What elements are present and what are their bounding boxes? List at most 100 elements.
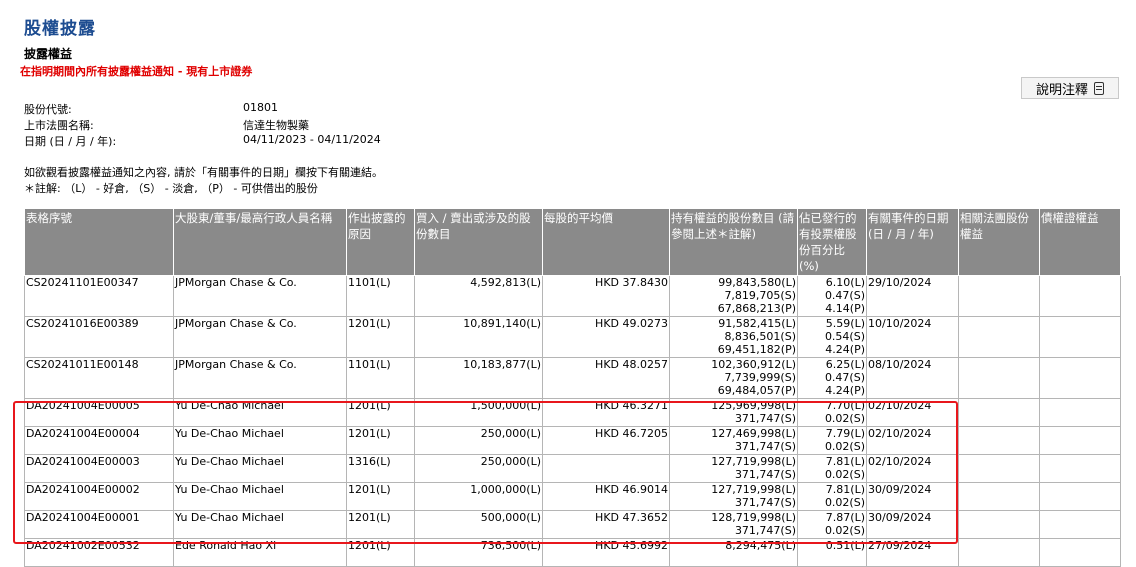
assoc-interest-cell — [958, 426, 1040, 455]
shares-cell: 250,000(L) — [414, 454, 543, 483]
shares-held-line: 69,484,057(P) — [717, 384, 796, 397]
shares-held-line: 127,719,998(L) — [711, 455, 796, 469]
shares-held-line: 371,747(S) — [734, 524, 796, 537]
avg-price-cell: HKD 37.8430 — [542, 275, 670, 317]
event-date-cell[interactable]: 29/10/2024 — [866, 275, 959, 317]
holder-name-cell: Yu De-Chao Michael — [173, 398, 347, 427]
debenture-interest-cell — [1039, 275, 1121, 317]
table-row: DA20241004E00003 Yu De-Chao Michael 1316(L… — [24, 454, 1121, 483]
reason-cell: 1201(L) — [346, 482, 415, 511]
percentage-cell: 7.81(L) 0.02(S) — [797, 454, 867, 483]
reason-cell: 1201(L) — [346, 510, 415, 539]
debenture-interest-cell — [1039, 426, 1121, 455]
avg-price-cell: HKD 47.3652 — [542, 510, 670, 539]
avg-price-cell: HKD 48.0257 — [542, 357, 670, 399]
form-number-cell: CS20241011E00148 — [24, 357, 174, 399]
shares-held-line: 99,843,580(L) — [718, 276, 796, 290]
shares-held-cell: 127,719,998(L) 371,747(S) — [669, 454, 798, 483]
percentage-cell: 6.10(L) 0.47(S) 4.14(P) — [797, 275, 867, 317]
avg-price-cell — [542, 454, 670, 483]
form-number-cell: DA20241004E00003 — [24, 454, 174, 483]
reason-cell: 1201(L) — [346, 316, 415, 358]
shares-cell: 1,500,000(L) — [414, 398, 543, 427]
help-notes-label: 說明注釋 — [1035, 82, 1088, 98]
avg-price-cell: HKD 45.6992 — [542, 538, 670, 567]
col-header-pct: 佔已發行的有投票權股份百分比 (%) — [797, 208, 867, 276]
event-date-cell[interactable]: 02/10/2024 — [866, 454, 959, 483]
form-number-cell: CS20241016E00389 — [24, 316, 174, 358]
percentage-line: 4.24(P) — [825, 343, 865, 356]
reason-cell: 1101(L) — [346, 275, 415, 317]
percentage-line: 0.02(S) — [824, 524, 865, 537]
stock-code-value: 01801 — [243, 101, 278, 114]
holder-name-cell: Yu De-Chao Michael — [173, 510, 347, 539]
event-date-cell[interactable]: 27/09/2024 — [866, 538, 959, 567]
percentage-line: 7.70(L) — [825, 399, 865, 413]
shares-cell: 736,500(L) — [414, 538, 543, 567]
page-subtitle: 在指明期間內所有披露權益通知 - 現有上市證券 — [20, 65, 253, 78]
shares-held-line: 371,747(S) — [734, 440, 796, 453]
avg-price-cell: HKD 46.7205 — [542, 426, 670, 455]
shares-held-cell: 8,294,475(L) — [669, 538, 798, 567]
percentage-line: 0.54(S) — [824, 330, 865, 343]
table-row: CS20241011E00148 JPMorgan Chase & Co. 1101… — [24, 357, 1121, 399]
percentage-line: 7.81(L) — [825, 455, 865, 469]
help-notes-button[interactable]: 說明注釋 — [1021, 77, 1119, 99]
shares-held-cell: 102,360,912(L) 7,739,999(S) 69,484,057(P) — [669, 357, 798, 399]
table-row: DA20241004E00002 Yu De-Chao Michael 1201(L… — [24, 482, 1121, 511]
table-row: CS20241101E00347 JPMorgan Chase & Co. 1101… — [24, 275, 1121, 317]
table-row: DA20241004E00004 Yu De-Chao Michael 1201(L… — [24, 426, 1121, 455]
holder-name-cell: JPMorgan Chase & Co. — [173, 357, 347, 399]
disclosure-table: 表格序號 大股東/董事/最高行政人員名稱 作出披露的原因 買入 / 賣出或涉及的… — [24, 208, 1121, 567]
debenture-interest-cell — [1039, 316, 1121, 358]
shares-held-cell: 99,843,580(L) 7,819,705(S) 67,868,213(P) — [669, 275, 798, 317]
reason-cell: 1201(L) — [346, 398, 415, 427]
stock-code-label: 股份代號: — [24, 103, 72, 116]
holder-name-cell: Ede Ronald Hao Xi — [173, 538, 347, 567]
date-range-value: 04/11/2023 - 04/11/2024 — [243, 133, 381, 146]
holder-name-cell: Yu De-Chao Michael — [173, 426, 347, 455]
percentage-line: 0.02(S) — [824, 468, 865, 481]
shares-held-line: 7,819,705(S) — [724, 289, 796, 302]
reason-cell: 1316(L) — [346, 454, 415, 483]
event-date-cell[interactable]: 02/10/2024 — [866, 426, 959, 455]
event-date-cell[interactable]: 02/10/2024 — [866, 398, 959, 427]
shares-held-line: 125,969,998(L) — [711, 399, 796, 413]
col-header-assoc: 相關法團股份權益 — [958, 208, 1040, 276]
percentage-cell: 5.59(L) 0.54(S) 4.24(P) — [797, 316, 867, 358]
event-date-cell[interactable]: 08/10/2024 — [866, 357, 959, 399]
percentage-cell: 0.51(L) — [797, 538, 867, 567]
percentage-line: 5.59(L) — [825, 317, 865, 331]
event-date-cell[interactable]: 10/10/2024 — [866, 316, 959, 358]
company-value: 信達生物製藥 — [243, 119, 309, 132]
debenture-interest-cell — [1039, 454, 1121, 483]
form-number-cell: DA20241004E00002 — [24, 482, 174, 511]
percentage-line: 0.47(S) — [824, 289, 865, 302]
percentage-line: 0.51(L) — [825, 539, 865, 553]
shares-held-cell: 127,719,998(L) 371,747(S) — [669, 482, 798, 511]
percentage-cell: 7.87(L) 0.02(S) — [797, 510, 867, 539]
table-row: DA20241004E00001 Yu De-Chao Michael 1201(L… — [24, 510, 1121, 539]
shares-cell: 4,592,813(L) — [414, 275, 543, 317]
event-date-cell[interactable]: 30/09/2024 — [866, 482, 959, 511]
percentage-line: 7.87(L) — [825, 511, 865, 525]
shares-held-line: 127,719,998(L) — [711, 483, 796, 497]
form-number-cell: DA20241002E00532 — [24, 538, 174, 567]
page-title: 股權披露 — [24, 19, 96, 39]
shares-held-cell: 125,969,998(L) 371,747(S) — [669, 398, 798, 427]
col-header-debenture: 債權證權益 — [1039, 208, 1121, 276]
holder-name-cell: JPMorgan Chase & Co. — [173, 275, 347, 317]
percentage-cell: 7.70(L) 0.02(S) — [797, 398, 867, 427]
reason-cell: 1101(L) — [346, 357, 415, 399]
event-date-cell[interactable]: 30/09/2024 — [866, 510, 959, 539]
table-header-row: 表格序號 大股東/董事/最高行政人員名稱 作出披露的原因 買入 / 賣出或涉及的… — [24, 208, 1121, 276]
percentage-cell: 7.81(L) 0.02(S) — [797, 482, 867, 511]
assoc-interest-cell — [958, 275, 1040, 317]
percentage-cell: 7.79(L) 0.02(S) — [797, 426, 867, 455]
company-label: 上市法團名稱: — [24, 119, 94, 132]
shares-held-line: 127,469,998(L) — [711, 427, 796, 441]
percentage-line: 7.79(L) — [825, 427, 865, 441]
debenture-interest-cell — [1039, 357, 1121, 399]
assoc-interest-cell — [958, 454, 1040, 483]
assoc-interest-cell — [958, 538, 1040, 567]
